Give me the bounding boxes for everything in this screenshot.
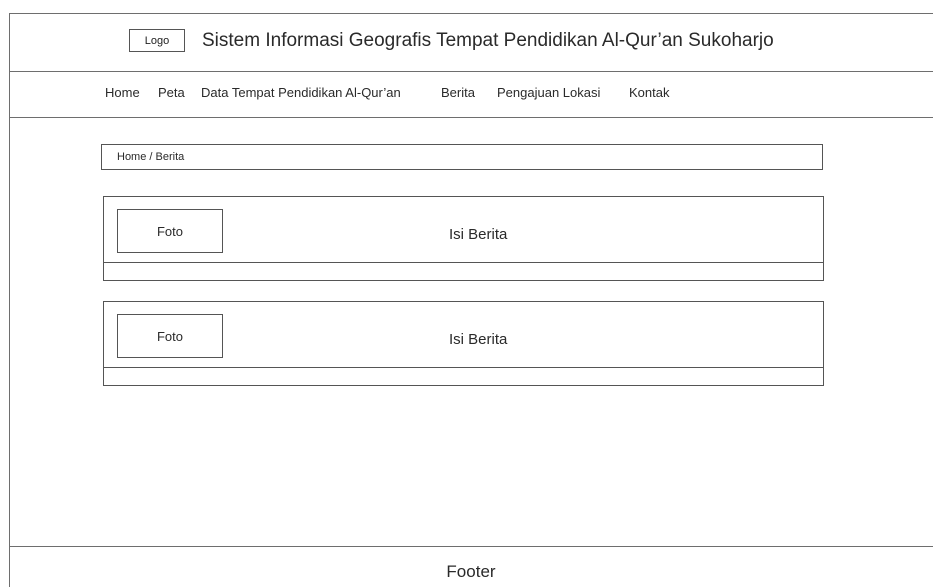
site-title: Sistem Informasi Geografis Tempat Pendid… — [202, 30, 774, 51]
news-card[interactable]: Foto Isi Berita — [103, 301, 824, 386]
news-card[interactable]: Foto Isi Berita — [103, 196, 824, 281]
nav-item-home[interactable]: Home — [105, 85, 140, 100]
news-card-footer — [104, 262, 823, 280]
news-card-footer — [104, 367, 823, 385]
nav-item-pengajuan-lokasi[interactable]: Pengajuan Lokasi — [497, 85, 600, 100]
site-header: Logo Sistem Informasi Geografis Tempat P… — [9, 13, 933, 72]
nav-item-peta[interactable]: Peta — [158, 85, 185, 100]
news-photo[interactable]: Foto — [117, 209, 223, 253]
news-photo[interactable]: Foto — [117, 314, 223, 358]
nav-item-kontak[interactable]: Kontak — [629, 85, 669, 100]
breadcrumb: Home / Berita — [101, 144, 823, 170]
logo[interactable]: Logo — [129, 29, 185, 52]
site-footer: Footer — [9, 546, 933, 587]
news-content[interactable]: Isi Berita — [449, 226, 507, 243]
nav-item-berita[interactable]: Berita — [441, 85, 475, 100]
main-navigation: Home Peta Data Tempat Pendidikan Al-Qur’… — [9, 72, 933, 118]
news-content[interactable]: Isi Berita — [449, 331, 507, 348]
nav-item-data-tempat-pendidikan[interactable]: Data Tempat Pendidikan Al-Qur’an — [201, 85, 401, 100]
